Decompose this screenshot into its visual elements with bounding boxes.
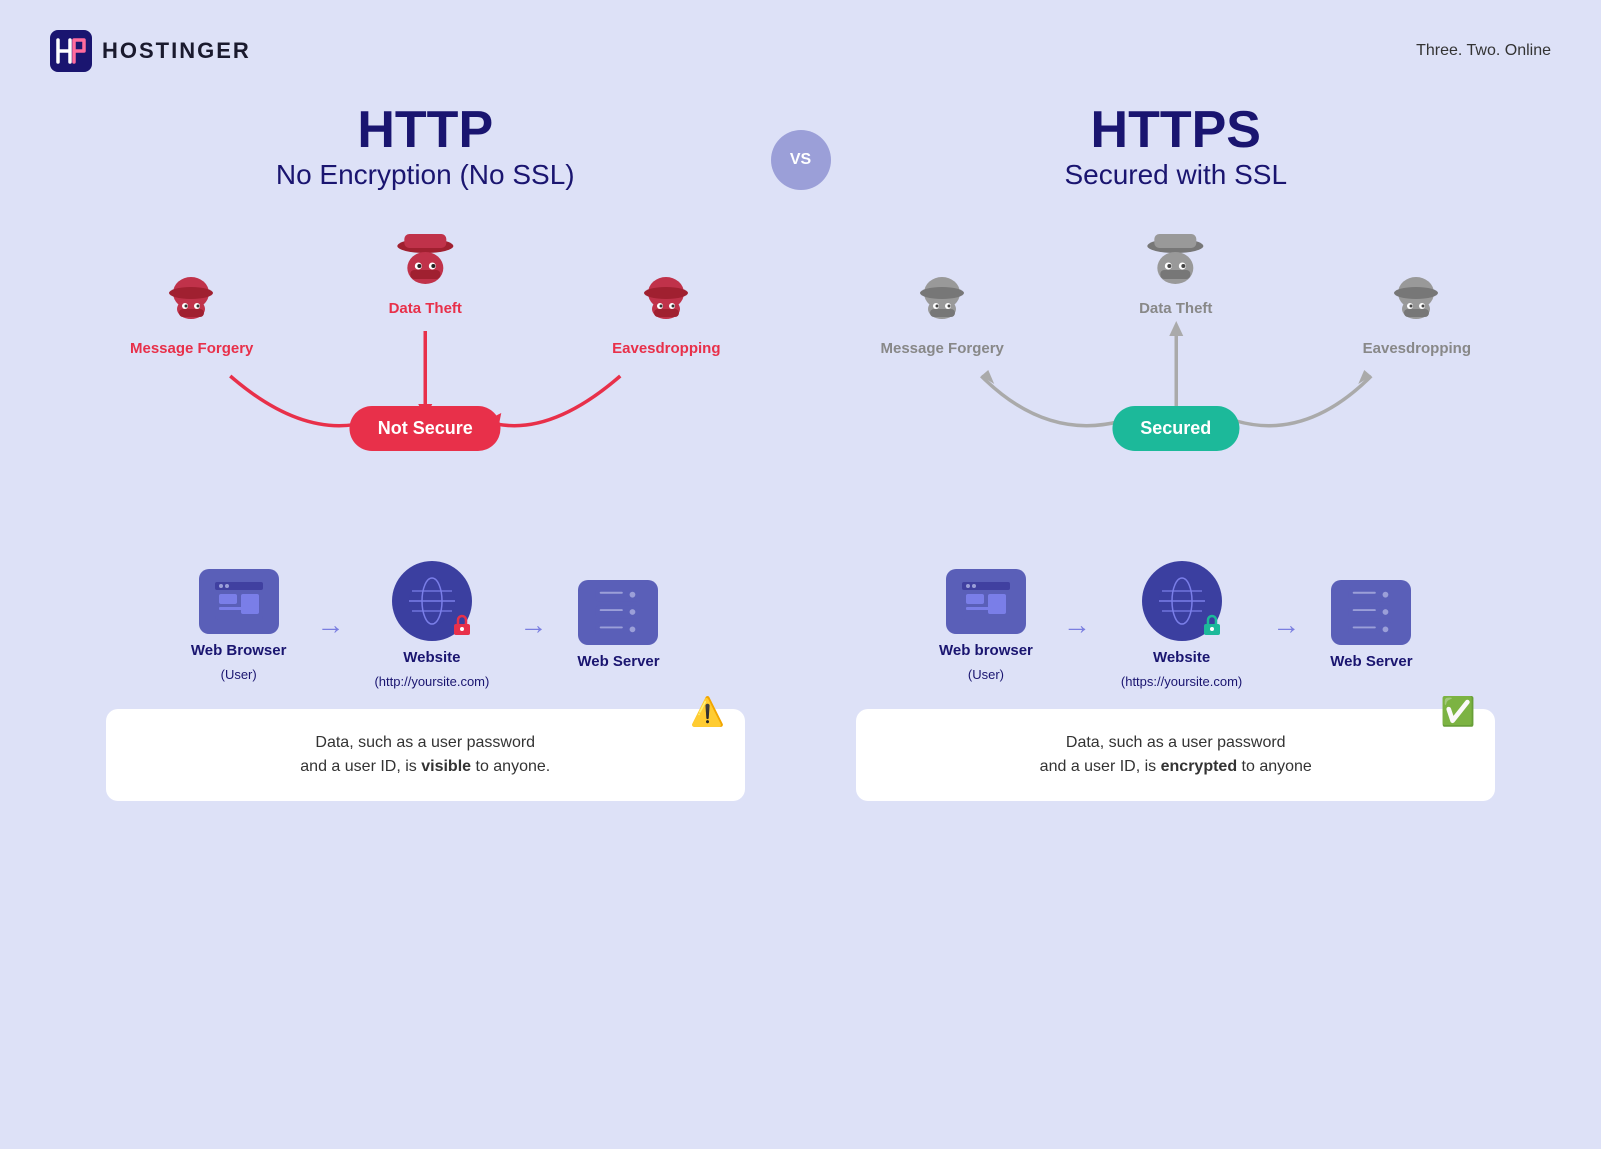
data-theft-villain-https: Data Theft: [1139, 226, 1212, 317]
server-icon-https: [1331, 580, 1411, 645]
arrow-website-to-server: →: [519, 609, 547, 641]
http-web-browser: Web Browser (User): [191, 569, 287, 682]
website-label-http: Website: [403, 649, 460, 666]
website-sub-http: (http://yoursite.com): [374, 674, 489, 689]
browser-icon: [199, 569, 279, 634]
warning-icon: ⚠️: [690, 691, 725, 733]
browser-sub: (User): [221, 667, 257, 682]
https-web-browser: Web browser (User): [939, 569, 1033, 682]
http-threats-area: Message Forgery: [70, 221, 781, 541]
eavesdropping-villain: Eavesdropping: [612, 271, 720, 357]
http-web-row: Web Browser (User) →: [191, 561, 660, 689]
data-theft-villain: Data Theft: [389, 226, 462, 317]
villain-icon-center: [390, 226, 460, 296]
eavesdropping-label-https: Eavesdropping: [1363, 340, 1471, 357]
main-content: VS HTTP No Encryption (No SSL): [50, 102, 1551, 801]
lock-icon-https: [1200, 613, 1224, 643]
http-subtitle: No Encryption (No SSL): [276, 159, 575, 191]
data-theft-label-left: Data Theft: [389, 300, 462, 317]
check-icon: ✅: [1441, 691, 1476, 733]
http-server: Web Server: [577, 580, 659, 670]
https-website: Website (https://yoursite.com): [1121, 561, 1242, 689]
http-panel-title: HTTP No Encryption (No SSL): [276, 102, 575, 191]
https-panel-title: HTTPS Secured with SSL: [1064, 102, 1287, 191]
tagline: Three. Two. Online: [1416, 42, 1551, 60]
http-info-box: ⚠️ Data, such as a user passwordand a us…: [106, 709, 745, 801]
eavesdropping-villain-https: Eavesdropping: [1363, 271, 1471, 357]
http-panel: HTTP No Encryption (No SSL): [50, 102, 801, 801]
globe-icon-https: [1142, 561, 1222, 641]
eavesdropping-label: Eavesdropping: [612, 340, 720, 357]
https-panel: HTTPS Secured with SSL: [801, 102, 1552, 801]
villain-icon-right: [634, 271, 699, 336]
message-forgery-villain-https: Message Forgery: [881, 271, 1004, 357]
villain-gray-right: [1384, 271, 1449, 336]
message-forgery-villain: Message Forgery: [130, 271, 253, 357]
arrow-website-to-server-https: →: [1272, 609, 1300, 641]
server-label-http: Web Server: [577, 653, 659, 670]
website-label-https: Website: [1153, 649, 1210, 666]
http-title: HTTP: [276, 102, 575, 159]
website-sub-https: (https://yoursite.com): [1121, 674, 1242, 689]
https-info-text: Data, such as a user passwordand a user …: [1040, 734, 1312, 775]
browser-sub-https: (User): [968, 667, 1004, 682]
hostinger-logo-icon: [50, 30, 92, 72]
villain-icon-left: [159, 271, 224, 336]
server-icon: [578, 580, 658, 645]
page: HOSTINGER Three. Two. Online VS HTTP No …: [0, 0, 1601, 1149]
message-forgery-label-https: Message Forgery: [881, 340, 1004, 357]
logo: HOSTINGER: [50, 30, 251, 72]
https-title: HTTPS: [1064, 102, 1287, 159]
http-website: Website (http://yoursite.com): [374, 561, 489, 689]
lock-icon-http: [450, 613, 474, 643]
not-secure-badge: Not Secure: [350, 406, 501, 451]
villain-gray-center: [1141, 226, 1211, 296]
data-theft-label-right: Data Theft: [1139, 300, 1212, 317]
https-threats-area: Message Forgery Data Theft: [821, 221, 1532, 541]
secured-badge: Secured: [1112, 406, 1239, 451]
header: HOSTINGER Three. Two. Online: [50, 30, 1551, 72]
arrow-browser-to-website: →: [316, 609, 344, 641]
https-subtitle: Secured with SSL: [1064, 159, 1287, 191]
globe-icon: [392, 561, 472, 641]
message-forgery-label: Message Forgery: [130, 340, 253, 357]
https-server: Web Server: [1330, 580, 1412, 670]
villain-gray-left: [910, 271, 975, 336]
https-info-box: ✅ Data, such as a user passwordand a use…: [856, 709, 1495, 801]
logo-text: HOSTINGER: [102, 38, 251, 64]
vs-circle: VS: [771, 130, 831, 190]
browser-label-https: Web browser: [939, 642, 1033, 659]
https-web-row: Web browser (User) →: [939, 561, 1413, 689]
browser-label: Web Browser: [191, 642, 287, 659]
arrow-browser-to-website-https: →: [1063, 609, 1091, 641]
server-label-https: Web Server: [1330, 653, 1412, 670]
http-info-text: Data, such as a user passwordand a user …: [300, 734, 550, 775]
browser-icon-https: [946, 569, 1026, 634]
